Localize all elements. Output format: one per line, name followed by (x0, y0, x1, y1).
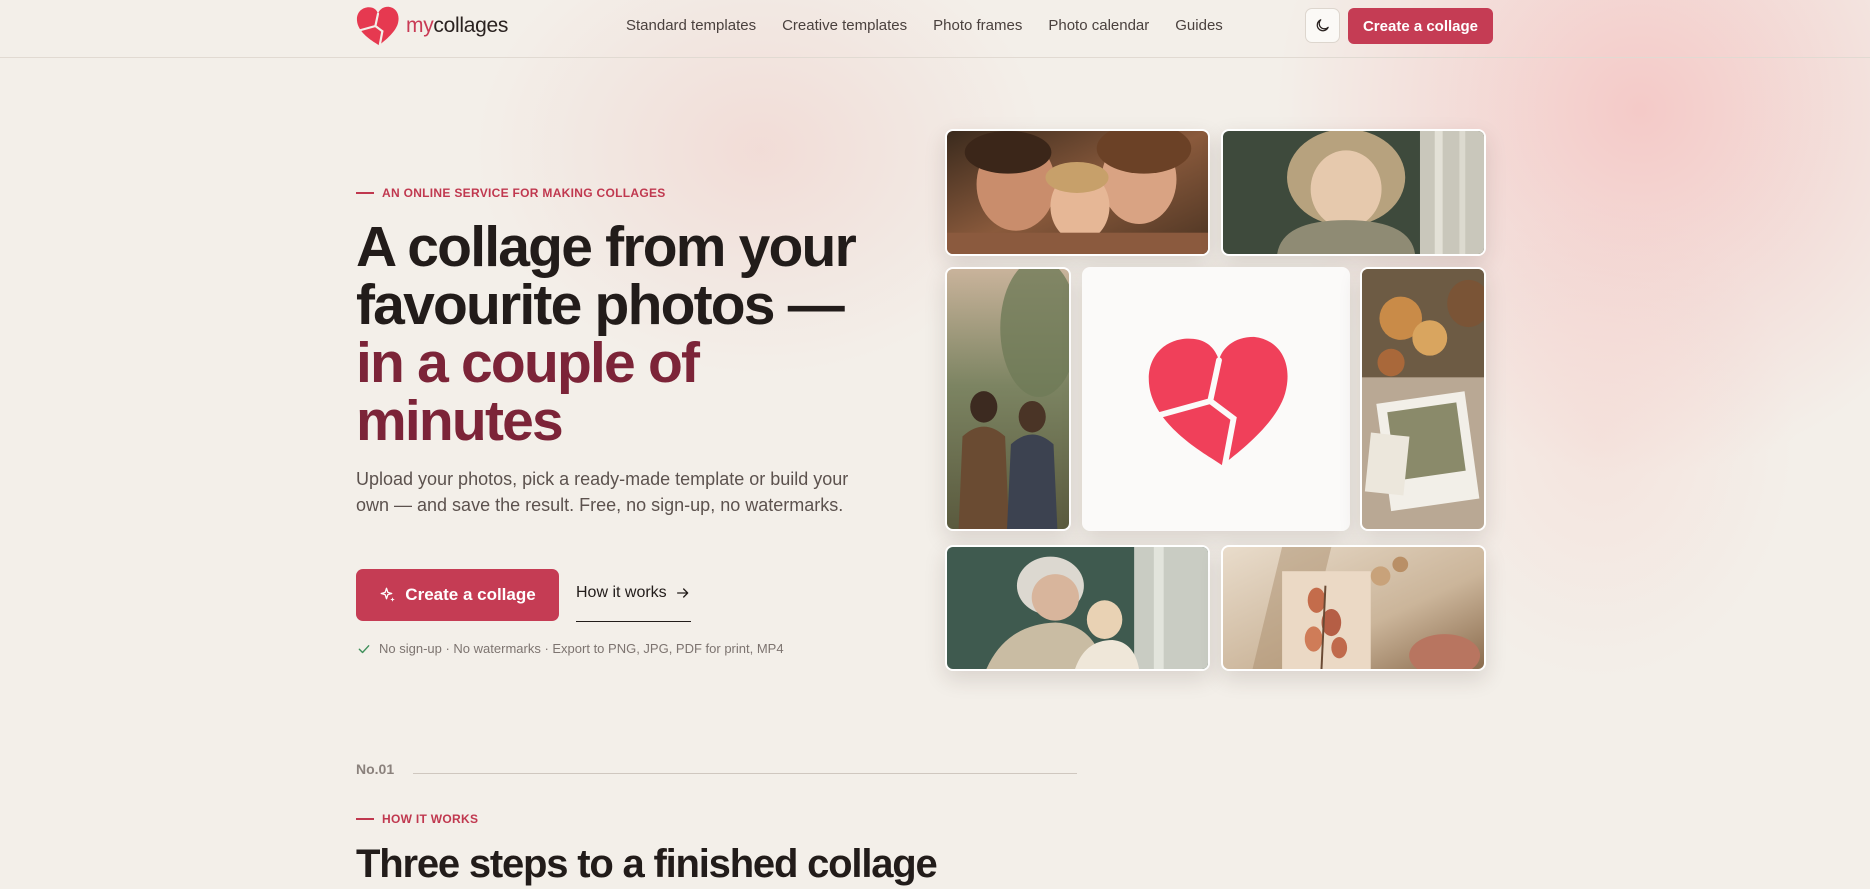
nav-standard-templates[interactable]: Standard templates (626, 17, 756, 34)
how-it-works-title: Three steps to a finished collage (356, 842, 938, 886)
how-it-works-eyebrow: HOW IT WORKS (356, 812, 478, 826)
how-it-works-link[interactable]: How it works (576, 584, 691, 622)
hero-title: A collage from your favourite photos — i… (356, 215, 857, 453)
sparkle-icon (380, 587, 396, 602)
eyebrow-dash (356, 192, 374, 194)
dried-branch-photo (1221, 545, 1486, 671)
grandmother-child-photo (945, 545, 1210, 671)
nav-guides[interactable]: Guides (1175, 17, 1223, 34)
hero-perks-text: No sign-up · No watermarks · Export to P… (379, 641, 784, 656)
section-number: No.01 (356, 761, 395, 777)
main-nav: Standard templates Creative templates Ph… (626, 17, 1223, 34)
hero-title-plain: A collage from your favourite photos — (356, 215, 857, 337)
logo[interactable]: mycollages (356, 5, 508, 47)
moon-icon (1316, 19, 1329, 32)
nav-photo-calendar[interactable]: Photo calendar (1048, 17, 1149, 34)
hero-title-highlight: in a couple of minutes (356, 331, 700, 453)
curly-child-photo (1221, 129, 1486, 256)
heart-logo-large-icon (1148, 336, 1288, 469)
eyebrow-dash (356, 818, 374, 820)
nav-photo-frames[interactable]: Photo frames (933, 17, 1022, 34)
logo-text: mycollages (406, 14, 509, 37)
how-it-works-label: How it works (576, 584, 667, 601)
hero-description: Upload your photos, pick a ready-made te… (356, 469, 849, 515)
section-divider (413, 773, 1077, 774)
theme-toggle-button[interactable] (1305, 8, 1340, 43)
check-icon (358, 644, 370, 653)
hero-create-collage-label: Create a collage (405, 585, 536, 604)
couple-walking-photo (945, 267, 1071, 531)
nav-creative-templates[interactable]: Creative templates (782, 17, 907, 34)
dried-flowers-polaroid-photo (1360, 267, 1486, 531)
hero-eyebrow-text: AN ONLINE SERVICE FOR MAKING COLLAGES (382, 186, 666, 200)
header-create-collage-button[interactable]: Create a collage (1348, 8, 1493, 44)
background-glow (0, 0, 1870, 889)
heart-logo-tile (1082, 267, 1350, 531)
site-header: mycollages Standard templates Creative t… (0, 0, 1870, 58)
family-kiss-photo (945, 129, 1210, 256)
hero-eyebrow: AN ONLINE SERVICE FOR MAKING COLLAGES (356, 186, 666, 200)
arrow-right-icon (676, 588, 689, 598)
how-it-works-eyebrow-text: HOW IT WORKS (382, 812, 479, 826)
hero-create-collage-button[interactable]: Create a collage (356, 569, 559, 621)
hero-perks: No sign-up · No watermarks · Export to P… (357, 641, 784, 656)
heart-logo-icon (356, 6, 399, 47)
